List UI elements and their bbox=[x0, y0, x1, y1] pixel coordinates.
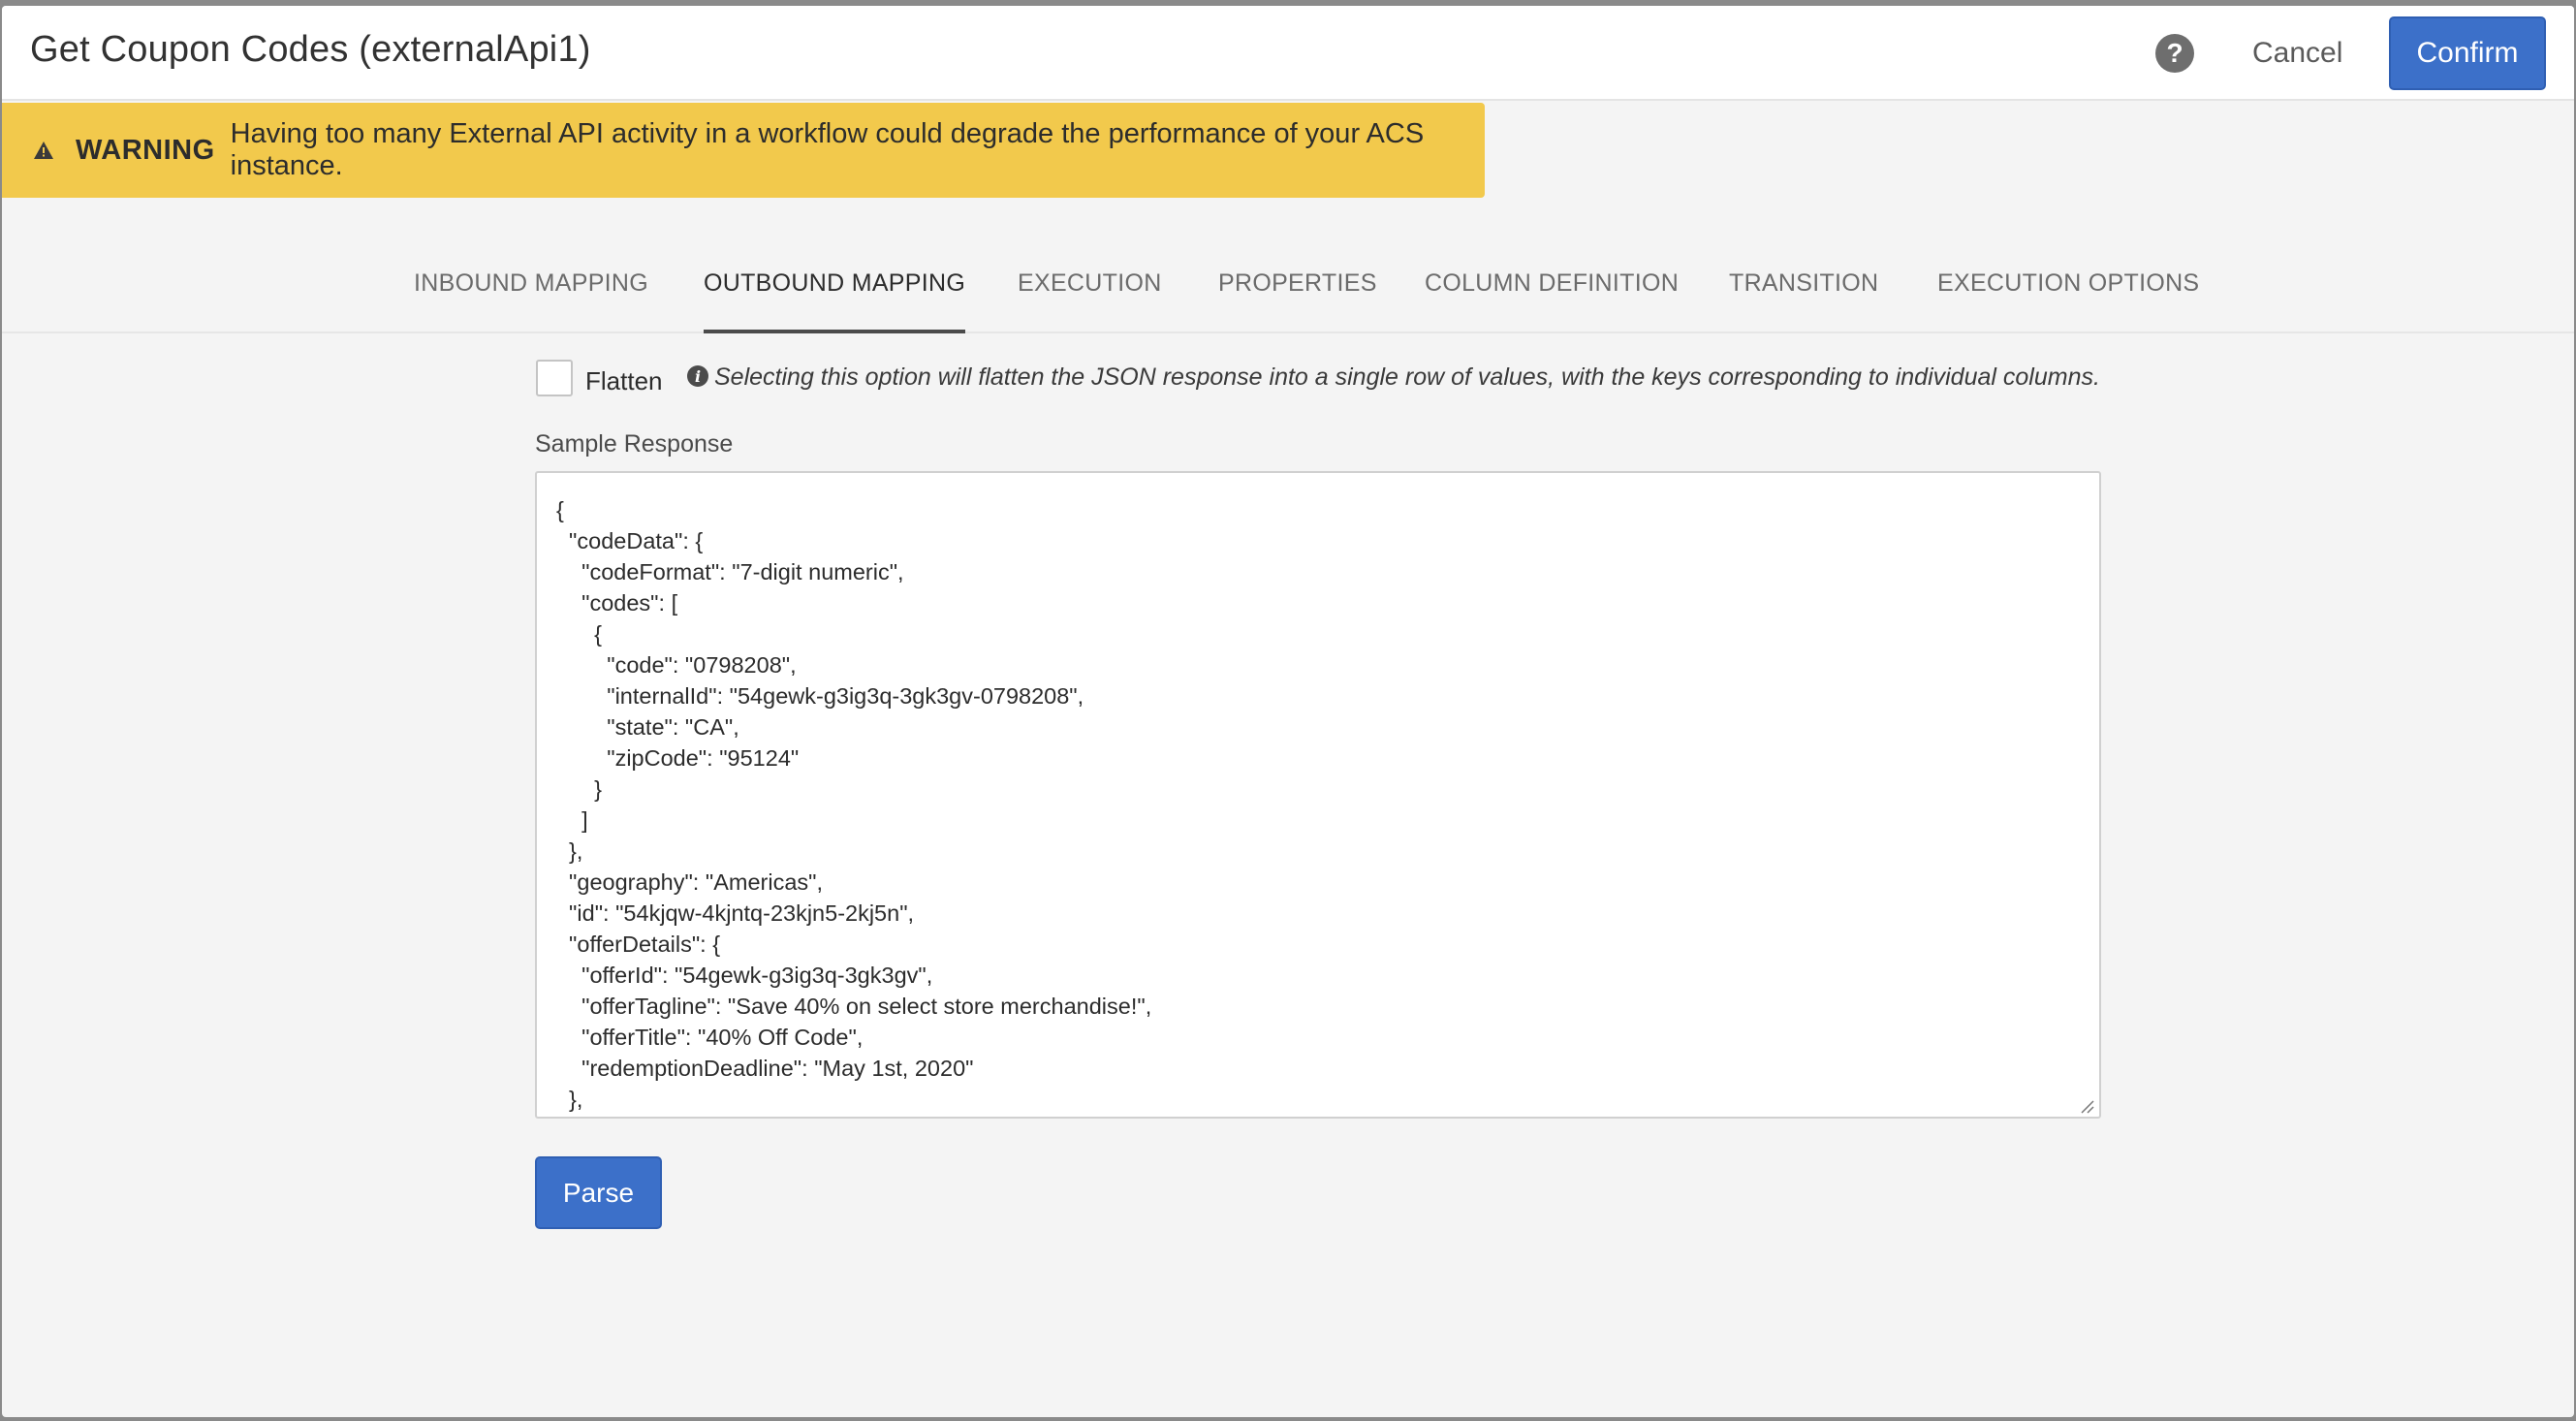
sample-response-label: Sample Response bbox=[535, 430, 734, 458]
warning-text: Having too many External API activity in… bbox=[230, 118, 1425, 181]
flatten-label: Flatten bbox=[585, 366, 663, 395]
tab-inbound-mapping[interactable]: INBOUND MAPPING bbox=[414, 269, 648, 333]
tab-properties[interactable]: PROPERTIES bbox=[1218, 269, 1377, 333]
external-api-dialog: Get Coupon Codes (externalApi1) ? Cancel… bbox=[2, 6, 2574, 1417]
confirm-button[interactable]: Confirm bbox=[2389, 16, 2546, 90]
tab-execution[interactable]: EXECUTION bbox=[1018, 269, 1162, 333]
flatten-checkbox[interactable] bbox=[536, 360, 573, 396]
sample-response-textarea[interactable]: { "codeData": { "codeFormat": "7-digit n… bbox=[535, 471, 2101, 1119]
info-icon: i bbox=[687, 365, 708, 387]
warning-banner: WARNING Having too many External API act… bbox=[2, 103, 1485, 198]
tab-transition[interactable]: TRANSITION bbox=[1729, 269, 1878, 333]
dialog-title: Get Coupon Codes (externalApi1) bbox=[30, 29, 591, 70]
warning-triangle-icon bbox=[33, 141, 54, 160]
dialog-header: Get Coupon Codes (externalApi1) ? Cancel… bbox=[2, 6, 2574, 101]
flatten-hint: Selecting this option will flatten the J… bbox=[714, 363, 2100, 391]
parse-button[interactable]: Parse bbox=[535, 1156, 662, 1229]
warning-label: WARNING bbox=[76, 134, 215, 166]
resize-handle-icon[interactable] bbox=[2078, 1097, 2095, 1115]
tab-outbound-mapping[interactable]: OUTBOUND MAPPING bbox=[704, 269, 966, 333]
tab-bar: INBOUND MAPPING OUTBOUND MAPPING EXECUTI… bbox=[2, 256, 2574, 333]
cancel-button[interactable]: Cancel bbox=[2241, 31, 2354, 76]
tab-column-definition[interactable]: COLUMN DEFINITION bbox=[1425, 269, 1679, 333]
tab-execution-options[interactable]: EXECUTION OPTIONS bbox=[1937, 269, 2199, 333]
question-mark-icon[interactable]: ? bbox=[2155, 34, 2194, 73]
